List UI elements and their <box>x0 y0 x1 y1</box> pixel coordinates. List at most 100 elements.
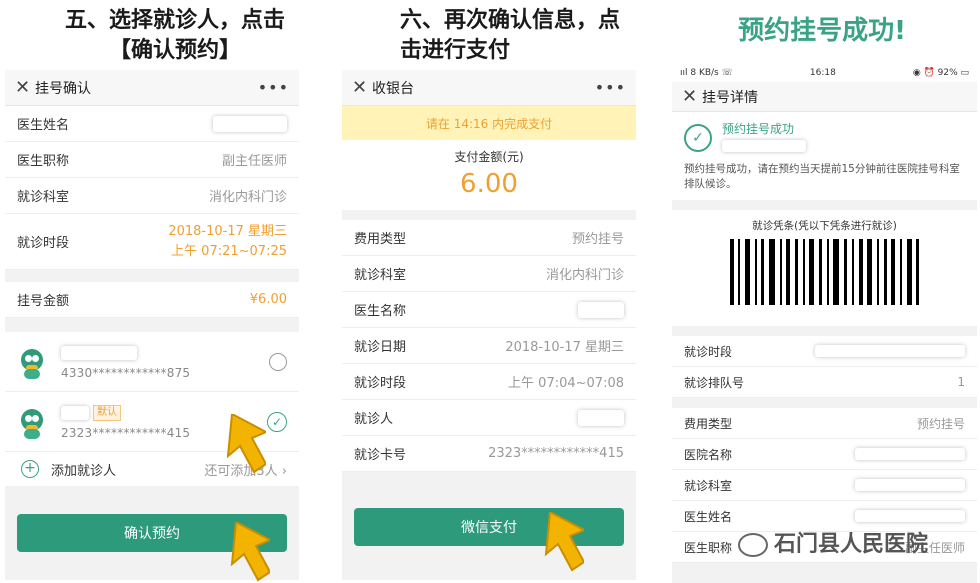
success-heading: 预约挂号成功! <box>738 16 906 46</box>
time-row: 就诊时段 <box>672 336 977 367</box>
plus-icon: + <box>21 460 39 478</box>
watermark-text: 石门县人民医院 <box>774 532 929 557</box>
queue-row: 就诊排队号 1 <box>672 367 977 398</box>
watermark: 石门县人民医院 <box>738 526 928 558</box>
fee-label: 挂号金额 <box>17 294 70 309</box>
step6-heading-text: 六、再次确认信息，点击进行支付 <box>400 8 621 63</box>
detail-title: 挂号详情 <box>702 89 758 106</box>
fee-row: 挂号金额 ¥6.00 <box>5 282 299 318</box>
success-desc: 预约挂号成功，请在预约当天提前15分钟前往医院挂号科室排队候诊。 <box>684 163 960 190</box>
avatar <box>17 345 47 379</box>
fee-type-value: 预约挂号 <box>916 416 965 431</box>
radio-icon[interactable] <box>269 352 287 371</box>
cashier-panel: ✕ 收银台 ••• 请在 14:16 内完成支付 支付金额(元) 6.00 费用… <box>342 70 636 580</box>
countdown-banner: 请在 14:16 内完成支付 <box>342 106 636 140</box>
patient-row: 就诊人 <box>342 400 636 436</box>
time-label: 就诊时段 <box>684 344 733 359</box>
time-row: 就诊时段 2018-10-17 星期三 上午 07:21~07:25 <box>5 214 299 270</box>
fee-type-label: 费用类型 <box>354 232 407 247</box>
pay-amount: 6.00 <box>460 169 518 199</box>
dept-value: 消化内科门诊 <box>545 268 624 283</box>
status-signal: ııl 8 KB/s ☏ <box>680 68 733 78</box>
doctor-title-label: 医生职称 <box>684 540 733 555</box>
doctor-label: 医生名称 <box>354 304 407 319</box>
doctor-title-value: 副主任医师 <box>221 154 287 169</box>
voucher-box: 就诊凭条(凭以下凭条进行就诊) <box>672 210 977 326</box>
cashier-title: 收银台 <box>372 80 414 97</box>
slot-label: 就诊时段 <box>354 376 407 391</box>
fee-type-row: 费用类型 预约挂号 <box>672 408 977 439</box>
date-label: 就诊日期 <box>354 340 407 355</box>
redacted-value <box>855 510 965 522</box>
add-patient-label: 添加就诊人 <box>51 463 117 479</box>
redacted-name <box>61 345 137 360</box>
avatar <box>17 405 47 439</box>
status-time: 16:18 <box>809 68 836 78</box>
step6-heading: 六、再次确认信息，点击进行支付 <box>400 6 630 66</box>
close-icon[interactable]: ✕ <box>682 86 702 107</box>
check-icon: ✓ <box>684 124 712 152</box>
hospital-label: 医院名称 <box>684 447 733 462</box>
status-bar: ııl 8 KB/s ☏ 16:18 ◉ ⏰ 92% ▭ <box>672 64 977 82</box>
card-value: 2323************415 <box>488 446 624 461</box>
card-label: 就诊卡号 <box>354 448 407 463</box>
cashier-titlebar: ✕ 收银台 ••• <box>342 70 636 106</box>
fee-value: ¥6.00 <box>249 292 287 307</box>
detail-panel: ııl 8 KB/s ☏ 16:18 ◉ ⏰ 92% ▭ ✕ 挂号详情 ✓ 预约… <box>672 64 977 583</box>
more-icon[interactable]: ••• <box>595 78 626 97</box>
dept-row: 就诊科室 <box>672 470 977 501</box>
card-row: 就诊卡号 2323************415 <box>342 436 636 472</box>
doctor-title-label: 医生职称 <box>17 154 70 169</box>
confirm-title: 挂号确认 <box>35 80 91 97</box>
time-slot: 上午 07:21~07:25 <box>171 243 287 259</box>
redacted-name <box>61 405 89 420</box>
dept-row: 就诊科室 消化内科门诊 <box>342 256 636 292</box>
doctor-name-label: 医生姓名 <box>17 118 70 133</box>
doctor-name-row: 医生姓名 <box>5 106 299 142</box>
dept-row: 就诊科室 消化内科门诊 <box>5 178 299 214</box>
default-badge: 默认 <box>93 404 121 421</box>
time-value: 2018-10-17 星期三 上午 07:21~07:25 <box>168 222 287 262</box>
success-box: ✓ 预约挂号成功 预约挂号成功，请在预约当天提前15分钟前往医院挂号科室排队候诊… <box>672 112 977 200</box>
doctor-row: 医生名称 <box>342 292 636 328</box>
step5-heading-text: 五、选择就诊人，点击【确认预约】 <box>64 8 285 63</box>
close-icon[interactable]: ✕ <box>15 77 35 98</box>
confirm-titlebar: ✕ 挂号确认 ••• <box>5 70 299 106</box>
more-icon[interactable]: ••• <box>258 78 289 97</box>
redacted-value <box>213 115 287 132</box>
barcode <box>729 239 920 305</box>
close-icon[interactable]: ✕ <box>352 77 372 98</box>
pay-amount-label: 支付金额(元) <box>454 150 524 164</box>
slot-value: 上午 07:04~07:08 <box>508 376 624 391</box>
arrow-icon <box>230 522 270 582</box>
queue-value: 1 <box>957 375 965 389</box>
hospital-row: 医院名称 <box>672 439 977 470</box>
time-label: 就诊时段 <box>17 236 70 251</box>
detail-titlebar: ✕ 挂号详情 <box>672 82 977 112</box>
dept-value: 消化内科门诊 <box>208 190 287 205</box>
redacted-value <box>855 479 965 491</box>
arrow-icon <box>544 512 584 572</box>
patient-label: 就诊人 <box>354 412 394 427</box>
dept-label: 就诊科室 <box>684 478 733 493</box>
dept-label: 就诊科室 <box>17 190 70 205</box>
fee-type-label: 费用类型 <box>684 416 733 431</box>
redacted-value <box>815 345 965 357</box>
redacted-value <box>722 140 806 152</box>
status-battery: ◉ ⏰ 92% ▭ <box>912 68 969 78</box>
queue-label: 就诊排队号 <box>684 375 745 390</box>
dept-label: 就诊科室 <box>354 268 407 283</box>
pay-amount-box: 支付金额(元) 6.00 <box>342 140 636 210</box>
fee-type-value: 预约挂号 <box>571 232 624 247</box>
redacted-value <box>578 409 624 426</box>
arrow-icon <box>226 414 266 474</box>
wechat-icon <box>738 533 768 557</box>
step5-heading: 五、选择就诊人，点击【确认预约】 <box>50 6 300 66</box>
date-value: 2018-10-17 星期三 <box>505 340 624 355</box>
redacted-value <box>578 301 624 318</box>
check-icon[interactable]: ✓ <box>267 411 287 432</box>
patient-item[interactable]: 4330************875 <box>5 332 299 392</box>
doctor-title-row: 医生职称 副主任医师 <box>5 142 299 178</box>
date-row: 就诊日期 2018-10-17 星期三 <box>342 328 636 364</box>
doctor-label: 医生姓名 <box>684 509 733 524</box>
